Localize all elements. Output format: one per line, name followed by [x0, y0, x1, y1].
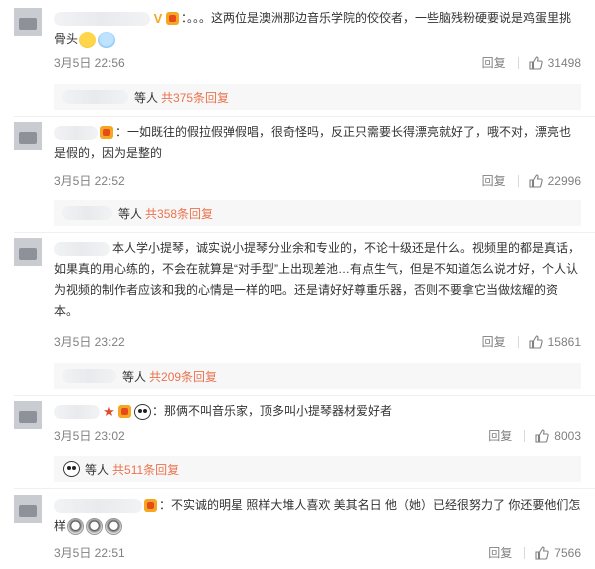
user-name-blurred [62, 369, 116, 383]
avatar[interactable] [14, 122, 42, 150]
thumbs-up-icon [529, 55, 543, 70]
thumbs-up-icon [529, 334, 543, 349]
user-name-blurred [62, 206, 112, 220]
reply-summary[interactable]: 等人 共375条回复 [54, 84, 581, 110]
like-button[interactable]: 7566 [525, 546, 581, 560]
user-name-blurred[interactable] [54, 404, 100, 419]
like-button[interactable]: 31498 [519, 56, 581, 70]
vip-badge-icon [100, 126, 113, 140]
comment-text: ：一如既往的假拉假弹假唱，很奇怪吗，反正只需要长得漂亮就好了，哦不对，漂亮也是假… [54, 125, 572, 160]
like-button[interactable]: 22996 [519, 174, 581, 188]
like-count: 8003 [554, 428, 581, 443]
like-count: 15861 [547, 334, 581, 349]
comment-meta: 3月5日 22:51 回复 7566 [54, 544, 581, 562]
cry-emoji-icon [105, 518, 123, 536]
divider [14, 116, 595, 117]
reply-summary[interactable]: 等人 共358条回复 [54, 200, 581, 226]
panda-emoji-icon [134, 403, 151, 420]
divider [14, 395, 595, 396]
vip-badge-icon [144, 499, 157, 513]
panda-emoji-icon [63, 461, 80, 477]
comment-text: 本人学小提琴，诚实说小提琴分业余和专业的，不论十级还是什么。视频里的都是真话，如… [54, 241, 581, 318]
user-name-blurred[interactable] [54, 498, 142, 513]
divider [14, 488, 595, 489]
vip-badge-icon [118, 405, 131, 419]
like-count: 7566 [554, 545, 581, 560]
vip-badge-icon [166, 12, 179, 26]
user-name-blurred[interactable] [54, 125, 98, 140]
reply-button[interactable]: 回复 [476, 427, 524, 444]
thumbs-up-icon [535, 545, 549, 560]
reply-button[interactable]: 回复 [470, 333, 518, 350]
comment-meta: 3月5日 22:56 回复 31498 [54, 54, 581, 72]
avatar[interactable] [14, 8, 42, 36]
reply-count-link[interactable]: 共511条回复 [112, 461, 179, 478]
cry-emoji-icon [86, 518, 104, 536]
reply-count-link[interactable]: 共209条回复 [149, 368, 217, 385]
avatar[interactable] [14, 238, 42, 266]
emoji-icon [79, 31, 97, 48]
like-count: 22996 [547, 173, 581, 188]
user-name-blurred [62, 90, 128, 104]
star-badge-icon: ★ [103, 404, 115, 420]
comment-content: ：不实诚的明星 照样大堆人喜欢 美其名日 他（她）已经很努力了 你还要他们怎样 [54, 495, 581, 537]
reply-button[interactable]: 回复 [470, 54, 518, 71]
cry-emoji-icon [67, 518, 85, 536]
reply-summary[interactable]: 等人 共511条回复 [54, 456, 581, 482]
reply-summary[interactable]: 等人 共209条回复 [54, 363, 581, 389]
comment-meta: 3月5日 23:22 回复 15861 [54, 333, 581, 351]
reply-count-link[interactable]: 共375条回复 [161, 89, 229, 106]
comment-time: 3月5日 23:02 [54, 429, 125, 443]
reply-summary-label: 等人 [134, 90, 159, 105]
emoji-icon [98, 31, 116, 48]
reply-count-link[interactable]: 共358条回复 [145, 205, 213, 222]
comment-content: 本人学小提琴，诚实说小提琴分业余和专业的，不论十级还是什么。视频里的都是真话，如… [54, 238, 581, 322]
thumbs-up-icon [529, 173, 543, 188]
reply-summary-label: 等人 [122, 369, 147, 384]
comment-content: V ：。。。这两位是澳洲那边音乐学院的佼佼者，一些脑残粉硬要说是鸡蛋里挑骨头 [54, 8, 581, 50]
like-button[interactable]: 8003 [525, 429, 581, 443]
verified-v-icon: V [153, 11, 163, 27]
like-button[interactable]: 15861 [519, 335, 581, 349]
reply-summary-label: 等人 [118, 206, 143, 221]
comment-meta: 3月5日 23:02 回复 8003 [54, 427, 581, 445]
user-name-blurred[interactable] [54, 241, 110, 256]
thumbs-up-icon [535, 428, 549, 443]
reply-button[interactable]: 回复 [476, 544, 524, 561]
reply-summary-label: 等人 [85, 462, 110, 477]
user-name-blurred[interactable] [54, 11, 150, 26]
avatar[interactable] [14, 401, 42, 429]
comment-time: 3月5日 22:52 [54, 174, 125, 188]
comment-meta: 3月5日 22:52 回复 22996 [54, 172, 581, 190]
reply-button[interactable]: 回复 [470, 172, 518, 189]
avatar[interactable] [14, 495, 42, 523]
comment-content: ：一如既往的假拉假弹假唱，很奇怪吗，反正只需要长得漂亮就好了，哦不对，漂亮也是假… [54, 122, 581, 164]
comment-time: 3月5日 22:51 [54, 546, 125, 560]
comment-text: ：那俩不叫音乐家，顶多叫小提琴器材爱好者 [152, 404, 393, 418]
comment-content: ★ ：那俩不叫音乐家，顶多叫小提琴器材爱好者 [54, 401, 581, 422]
like-count: 31498 [547, 55, 581, 70]
comment-time: 3月5日 22:56 [54, 56, 125, 70]
comment-time: 3月5日 23:22 [54, 335, 125, 349]
divider [14, 232, 595, 233]
